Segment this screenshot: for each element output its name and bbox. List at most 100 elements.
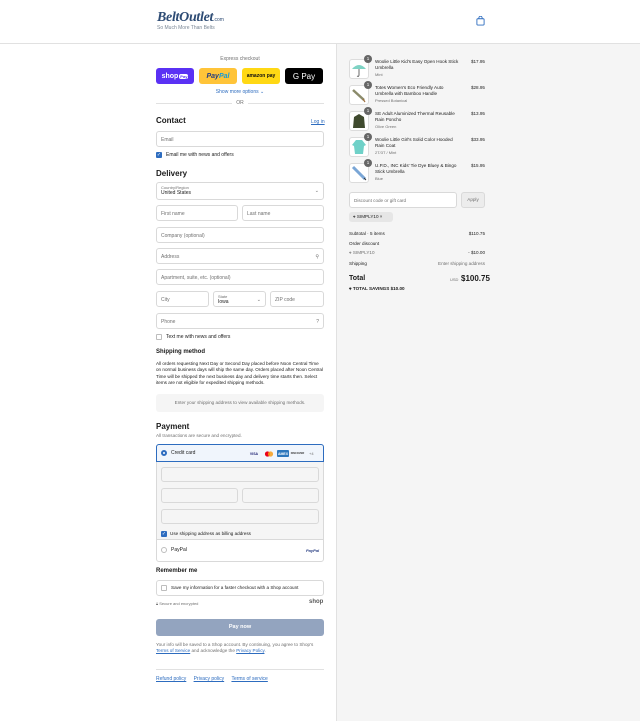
item-name: Woolie Little Kid's Easy Open Hook Stick… [375,59,459,70]
paypal-logo: PayPal [306,548,320,553]
delivery-heading: Delivery [156,169,188,178]
email-news-checkbox[interactable]: ✓ [156,152,162,158]
secure-note: 🔒︎ Secure and encrypted [156,601,198,606]
text-news-label: Text me with news and offers [166,334,231,340]
total-savings-label: TOTAL SAVINGS $10.00 [352,286,405,291]
cart-item: 1 Woolie Little Kid's Easy Open Hook Sti… [349,55,485,81]
refund-policy-link[interactable]: Refund policy [156,676,186,682]
legal-text-a: Your info will be saved to a Shop accoun… [156,642,314,647]
quantity-badge: 1 [364,133,372,141]
last-name-field[interactable]: Last name [242,205,324,221]
item-variant: Pressed Botanical [375,98,408,103]
state-value: Iowa [218,299,229,305]
poncho-icon [353,114,365,128]
shipping-row: Shipping Enter shipping address [349,261,485,266]
item-price: $33.95 [470,137,485,142]
contact-heading: Contact [156,116,186,125]
chevron-down-icon: ⌄ [256,297,261,303]
city-field[interactable]: City [156,291,209,307]
apartment-placeholder: Apartment, suite, etc. (optional) [161,275,231,281]
discount-code-input[interactable]: Discount code or gift card [349,192,457,208]
privacy-policy-link[interactable]: Privacy Policy [236,648,264,653]
email-field[interactable]: Email [156,131,324,147]
chevron-down-icon: ⌄ [260,89,265,95]
more-brands-label: +4 [309,451,314,456]
order-discount-label: Order discount [349,241,380,246]
item-variant: Mint [375,72,383,77]
terms-of-service-footer-link[interactable]: Terms of service [231,676,267,682]
first-name-field[interactable]: First name [156,205,238,221]
show-more-options-link[interactable]: Show more options ⌄ [156,89,324,95]
amex-icon: AMEX [277,450,289,457]
privacy-policy-footer-link[interactable]: Privacy policy [194,676,225,682]
expiration-field[interactable] [161,488,238,503]
close-icon[interactable]: × [380,214,383,219]
terms-of-service-link[interactable]: Terms of Service [156,648,190,653]
subtotal-row: Subtotal · 5 items $110.75 [349,231,485,236]
mastercard-circles [264,450,273,457]
item-name: Totes Women's Eco Friendly Auto Umbrella… [375,85,444,96]
pay-now-button[interactable]: Pay now [156,619,324,636]
apartment-field[interactable]: Apartment, suite, etc. (optional) [156,269,324,285]
cart-item: 1 SE Adult Aluminized Thermal Reusable R… [349,107,485,133]
paypal-express-button[interactable]: Pay Pal [199,68,237,84]
name-on-card-field[interactable] [161,509,319,524]
billing-same-label: Use shipping address as billing address [170,531,251,536]
shipping-value: Enter shipping address [438,261,485,266]
phone-field[interactable]: Phone? [156,313,324,329]
paypal-radio[interactable] [161,547,167,553]
legal-text-b: and acknowledge the [191,648,235,654]
shipping-note: All orders requesting Next Day or Second… [156,361,323,386]
paypal-wordmark-b: Pal [218,72,230,80]
country-select[interactable]: Country/Region United States ⌄ [156,182,324,200]
cart-item: 1 U.P.D., INC Kids' Tie Dye Bluey & Bing… [349,159,485,185]
company-field[interactable]: Company (optional) [156,227,324,243]
footer-divider [156,669,324,670]
shop-pay-badge: Pay [179,73,189,79]
store-logo[interactable]: BeltOutlet.com So Much More Than Belts [157,10,224,31]
amazon-pay-wordmark: amazon pay [246,73,276,79]
item-name: U.P.D., INC Kids' Tie Dye Bluey & Bingo … [375,163,457,174]
item-name: SE Adult Aluminized Thermal Reusable Rai… [375,111,455,122]
site-header: BeltOutlet.com So Much More Than Belts [0,0,640,44]
payment-subheading: All transactions are secure and encrypte… [156,433,242,438]
show-more-label: Show more options [215,89,259,95]
zip-field[interactable]: ZIP code [270,291,324,307]
shipping-label: Shipping [349,261,367,266]
shop-pay-button[interactable]: shop Pay [156,68,194,84]
discount-placeholder: Discount code or gift card [354,198,407,203]
login-link[interactable]: Log in [311,119,325,125]
quantity-badge: 1 [364,159,372,167]
total-savings: ⌖ TOTAL SAVINGS $10.00 [349,286,405,291]
apply-discount-button[interactable]: Apply [461,192,485,208]
city-placeholder: City [161,297,170,303]
credit-card-radio[interactable] [161,450,167,456]
security-code-field[interactable] [242,488,319,503]
card-number-field[interactable] [161,467,319,482]
discount-tag-label: SIMPLY10 [356,214,379,219]
text-news-checkbox[interactable] [156,334,162,340]
item-variant: Blue [375,176,384,181]
last-name-placeholder: Last name [247,211,271,217]
visa-icon: VISA [248,450,260,457]
quantity-badge: 1 [364,107,372,115]
email-placeholder: Email [161,137,174,143]
total-currency: USD [450,277,459,282]
address-field[interactable]: Address ⚲ [156,248,324,264]
state-select[interactable]: State Iowa ⌄ [213,291,266,307]
billing-same-checkbox[interactable]: ✓ [161,531,167,537]
umbrella-icon [352,89,366,103]
save-info-checkbox[interactable] [161,585,167,591]
email-news-label: Email me with news and offers [166,152,234,158]
subtotal-label: Subtotal · 5 items [349,231,385,236]
discount-value: - $10.00 [468,250,485,255]
shopping-bag-icon[interactable] [476,16,485,26]
google-pay-button[interactable]: G Pay [285,68,323,84]
discover-label: DISCOVER [290,452,305,455]
item-name: Woolie Little Girl's Solid Color Hooded … [375,137,453,148]
amazon-pay-button[interactable]: amazon pay [242,68,280,84]
item-variant: Olive Green [375,124,397,129]
country-value: United States [161,190,192,196]
discover-icon: DISCOVER [290,450,305,457]
help-circle-icon[interactable]: ? [316,319,319,325]
